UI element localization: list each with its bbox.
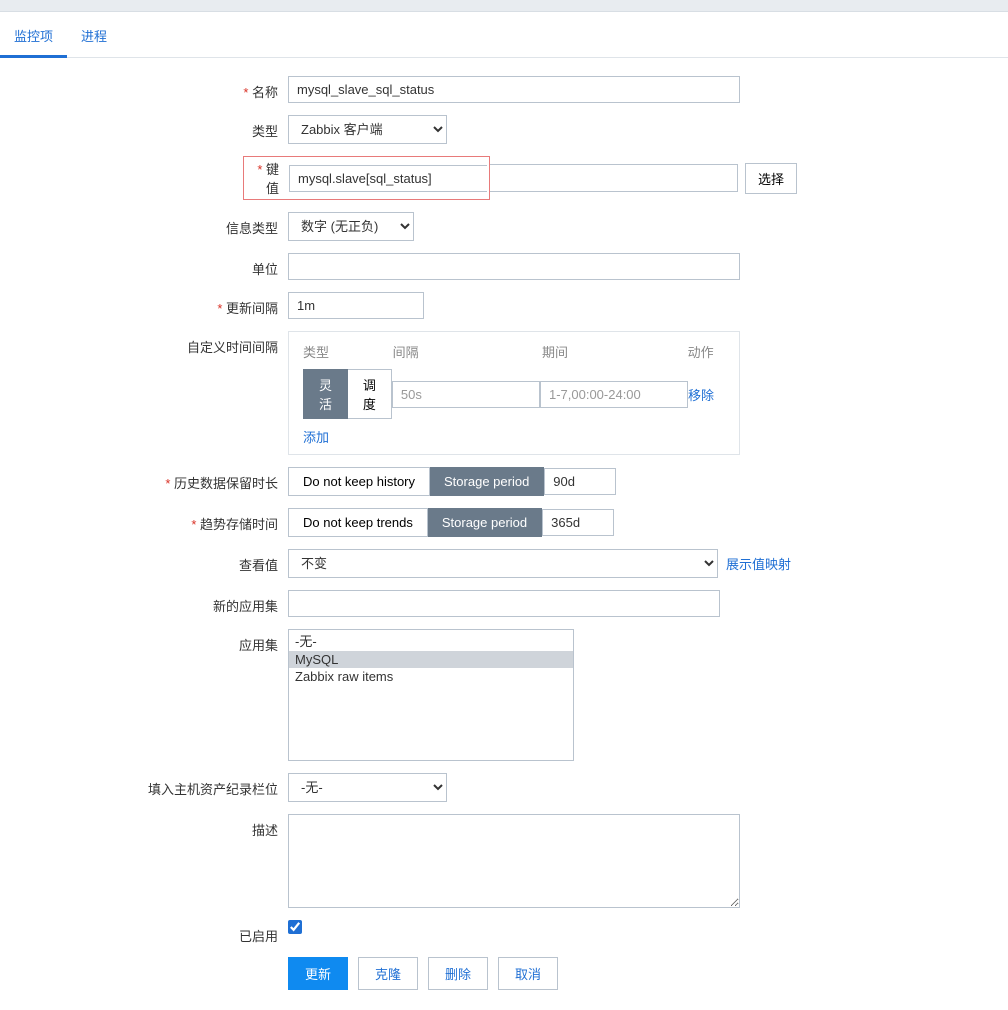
form-actions: 更新 克隆 删除 取消	[288, 957, 1008, 990]
key-input[interactable]	[289, 165, 487, 192]
hdr-action: 动作	[688, 342, 725, 361]
sched-button[interactable]: 调度	[348, 369, 392, 419]
history-no-keep-button[interactable]: Do not keep history	[288, 467, 430, 496]
clone-button[interactable]: 克隆	[358, 957, 418, 990]
interval-period-input[interactable]	[540, 381, 688, 408]
label-trends: 趋势存储时间	[0, 508, 288, 533]
app-option-none[interactable]: -无-	[289, 630, 573, 651]
show-value-select[interactable]: 不变	[288, 549, 718, 578]
label-type: 类型	[0, 115, 288, 140]
remove-interval-link[interactable]: 移除	[688, 388, 714, 403]
tab-process[interactable]: 进程	[67, 20, 121, 57]
applications-listbox[interactable]: -无- MySQL Zabbix raw items	[288, 629, 574, 761]
name-input[interactable]	[288, 76, 740, 103]
key-input-extension[interactable]	[490, 164, 738, 192]
description-textarea[interactable]	[288, 814, 740, 908]
trends-storage-button[interactable]: Storage period	[428, 508, 542, 537]
hdr-type: 类型	[303, 342, 393, 361]
tabs: 监控项 进程	[0, 12, 1008, 58]
app-option-mysql[interactable]: MySQL	[289, 651, 573, 668]
cancel-button[interactable]: 取消	[498, 957, 558, 990]
update-interval-input[interactable]	[288, 292, 424, 319]
units-input[interactable]	[288, 253, 740, 280]
intervals-box: 类型 间隔 期间 动作 灵活 调度 移除 添加	[288, 331, 740, 455]
update-button[interactable]: 更新	[288, 957, 348, 990]
label-show-value: 查看值	[0, 549, 288, 574]
label-info-type: 信息类型	[0, 212, 288, 237]
label-units: 单位	[0, 253, 288, 278]
interval-value-input[interactable]	[392, 381, 540, 408]
label-apps: 应用集	[0, 629, 288, 654]
history-toggle: Do not keep history Storage period	[288, 467, 544, 496]
label-custom-intervals: 自定义时间间隔	[0, 331, 288, 356]
label-description: 描述	[0, 814, 288, 839]
label-update-interval: 更新间隔	[0, 292, 288, 317]
hdr-interval: 间隔	[393, 342, 542, 361]
label-name: 名称	[0, 76, 288, 101]
top-bar	[0, 0, 1008, 12]
trends-toggle: Do not keep trends Storage period	[288, 508, 542, 537]
key-highlight-box: 键值	[243, 156, 490, 200]
info-type-select[interactable]: 数字 (无正负)	[288, 212, 414, 241]
flex-button[interactable]: 灵活	[303, 369, 348, 419]
interval-type-toggle: 灵活 调度	[303, 369, 392, 419]
label-history: 历史数据保留时长	[0, 467, 288, 492]
trends-no-keep-button[interactable]: Do not keep trends	[288, 508, 428, 537]
select-key-button[interactable]: 选择	[745, 163, 797, 194]
add-interval-link[interactable]: 添加	[303, 430, 329, 445]
inventory-select[interactable]: -无-	[288, 773, 447, 802]
delete-button[interactable]: 删除	[428, 957, 488, 990]
trends-value-input[interactable]	[542, 509, 614, 536]
show-value-mappings-link[interactable]: 展示值映射	[726, 554, 791, 573]
label-enabled: 已启用	[0, 920, 288, 945]
type-select[interactable]: Zabbix 客户端	[288, 115, 447, 144]
enabled-checkbox[interactable]	[288, 920, 302, 934]
history-storage-button[interactable]: Storage period	[430, 467, 544, 496]
tab-item[interactable]: 监控项	[0, 20, 67, 58]
label-inventory: 填入主机资产纪录栏位	[0, 773, 288, 798]
label-key: 键值	[246, 159, 289, 197]
hdr-period: 期间	[542, 342, 688, 361]
new-application-input[interactable]	[288, 590, 720, 617]
app-option-raw[interactable]: Zabbix raw items	[289, 668, 573, 685]
label-new-app: 新的应用集	[0, 590, 288, 615]
history-value-input[interactable]	[544, 468, 616, 495]
